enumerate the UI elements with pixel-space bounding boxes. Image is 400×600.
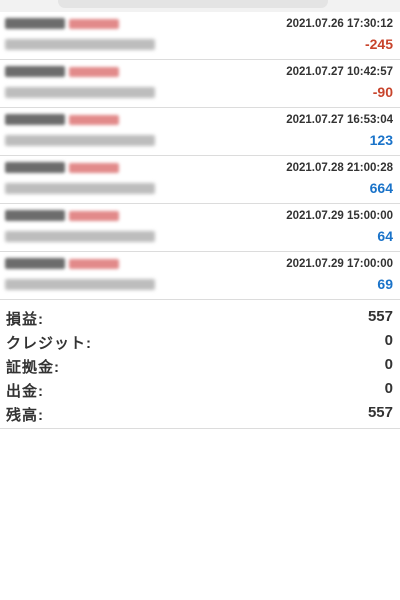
trade-close-time: 2021.07.29 15:00:00: [286, 210, 393, 222]
summary-label: 出金:: [6, 383, 44, 400]
summary-row-deposit-margin: 証拠金: 0: [0, 353, 400, 377]
summary-row-profit: 損益: 557: [0, 305, 400, 329]
account-summary: 損益: 557 クレジット: 0 証拠金: 0 出金: 0 残高: 557: [0, 305, 400, 425]
trade-row[interactable]: 2021.07.29 15:00:00 64: [0, 204, 400, 252]
trade-history-list: 2021.07.26 17:30:12 -245 2021.07.27 10:4…: [0, 12, 400, 300]
trade-prices-blurred: [5, 183, 155, 194]
trade-row[interactable]: 2021.07.26 17:30:12 -245: [0, 12, 400, 60]
trade-close-time: 2021.07.28 21:00:28: [286, 162, 393, 174]
trade-close-time: 2021.07.27 16:53:04: [286, 114, 393, 126]
summary-row-credit: クレジット: 0: [0, 329, 400, 353]
summary-label: 証拠金:: [6, 359, 60, 376]
summary-value: 557: [367, 404, 393, 421]
trade-prices-blurred: [5, 135, 155, 146]
summary-value: 0: [384, 356, 393, 373]
trade-symbol-blurred: [5, 17, 119, 30]
trade-prices-blurred: [5, 279, 155, 290]
summary-label: クレジット:: [6, 335, 92, 352]
trade-row[interactable]: 2021.07.29 17:00:00 69: [0, 252, 400, 300]
search-bar[interactable]: [58, 0, 328, 8]
trade-profit: 69: [377, 276, 393, 292]
summary-value: 557: [367, 308, 393, 325]
trade-profit: -90: [372, 84, 393, 100]
trade-prices-blurred: [5, 231, 155, 242]
summary-value: 0: [384, 380, 393, 397]
summary-label: 損益:: [6, 311, 44, 328]
trade-symbol-blurred: [5, 161, 119, 174]
trade-symbol-blurred: [5, 113, 119, 126]
summary-label: 残高:: [6, 407, 44, 424]
trade-close-time: 2021.07.27 10:42:57: [286, 66, 393, 78]
trade-profit: 123: [369, 132, 393, 148]
trade-profit: -245: [364, 36, 393, 52]
summary-row-balance: 残高: 557: [0, 401, 400, 425]
trade-profit: 664: [369, 180, 393, 196]
trade-row[interactable]: 2021.07.28 21:00:28 664: [0, 156, 400, 204]
trade-close-time: 2021.07.29 17:00:00: [286, 258, 393, 270]
trade-symbol-blurred: [5, 65, 119, 78]
trade-symbol-blurred: [5, 209, 119, 222]
summary-row-withdrawal: 出金: 0: [0, 377, 400, 401]
trade-symbol-blurred: [5, 257, 119, 270]
trade-close-time: 2021.07.26 17:30:12: [286, 18, 393, 30]
summary-value: 0: [384, 332, 393, 349]
trade-prices-blurred: [5, 39, 155, 50]
trade-profit: 64: [377, 228, 393, 244]
trade-prices-blurred: [5, 87, 155, 98]
trade-row[interactable]: 2021.07.27 10:42:57 -90: [0, 60, 400, 108]
divider: [0, 428, 400, 429]
top-bar: [0, 0, 400, 12]
trade-row[interactable]: 2021.07.27 16:53:04 123: [0, 108, 400, 156]
